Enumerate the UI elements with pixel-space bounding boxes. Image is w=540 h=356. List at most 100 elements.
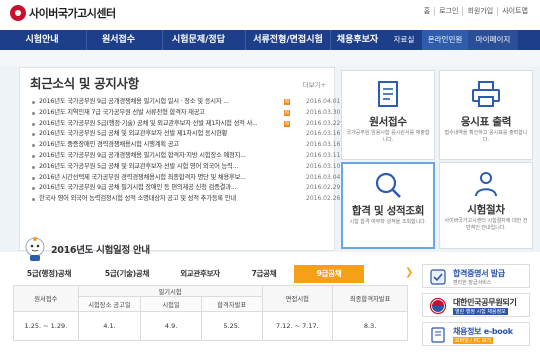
bullet-icon: [32, 133, 35, 137]
banner-certificate-sub: 편리한 발급서비스: [453, 280, 492, 286]
cell-exam: 4.9.: [140, 311, 202, 341]
news-item-title[interactable]: 2016년도 국가공무원 9급 공채 필기시험 장애인 등 편의제공 신청 검증…: [39, 183, 236, 194]
tab-grade5-tech[interactable]: 5급(기술)공채: [88, 265, 166, 283]
table-row: 1.25. ~ 1.29. 4.1. 4.9. 5.25. 7.12. ~ 7.…: [13, 311, 408, 341]
tab-grade5-admin[interactable]: 5급(행정)공채: [10, 265, 88, 283]
news-item-title[interactable]: 한국사 영어 외국어 능력검정시험 성적 소명대상자 공고 및 성적 추가등록 …: [39, 194, 236, 205]
new-badge-icon: N: [284, 109, 290, 116]
cell-interview: 7.12. ~ 7.17.: [261, 311, 334, 341]
banner-become-official[interactable]: 대한민국공무원되기 열린 행정 시험 채용정보: [422, 293, 530, 317]
card-procedure[interactable]: 시험절차 사이버국가고시센터 시험절차에 대한 전반적인 안내입니다.: [439, 162, 533, 249]
news-item-title[interactable]: 2016년도 국가공무원 5급 공채 및 외교관후보자 선발 시험 영어 외국어…: [39, 162, 238, 173]
cell-final: 8.3.: [332, 311, 408, 341]
card-application-title: 원서접수: [369, 116, 407, 128]
news-item-date: 2016.03.11: [306, 151, 341, 159]
news-item[interactable]: 2016년도 국가공무원 5급 공채 및 외교관후보자 선발 제1차시험 응시현…: [30, 129, 340, 140]
main-nav: 시험안내 원서접수 시험문제/정답 서류전형/면접시험 채용후보자 자료실 온라…: [0, 30, 540, 50]
card-results[interactable]: 합격 및 성적조회 시험 합격 여부와 성적을 조회합니다.: [341, 162, 435, 249]
news-item[interactable]: 2016년도 국가공무원 5급 공채 및 외교관후보자 선발 시험 영어 외국어…: [30, 162, 340, 173]
schedule-header: 2016년도 시험일정 안내: [22, 236, 150, 262]
logo-mark-icon: [10, 5, 26, 21]
news-item-date: 2016.03.10: [306, 162, 341, 170]
news-item[interactable]: 2016년도 지역인재 7급 국가공무원 선발 서류전형 합격자 재공고 N 201…: [30, 108, 340, 119]
news-item[interactable]: 2016년도 국가공무원 9급 공개경쟁채용 필기시험 일시 · 장소 및 응시…: [30, 97, 340, 108]
nav-sub-online-civil[interactable]: 온라인민원: [422, 30, 468, 50]
bullet-icon: [32, 187, 35, 191]
bullet-icon: [32, 154, 35, 158]
nav-sub-resources[interactable]: 자료실: [386, 30, 422, 50]
nav-item-exam-info[interactable]: 시험안내: [14, 30, 70, 50]
cell-notice: 4.1.: [77, 311, 142, 341]
schedule-tabs: 5급(행정)공채 5급(기술)공채 외교관후보자 7급공채 9급공채 ❯: [0, 265, 413, 283]
printer-icon: [472, 81, 500, 107]
col-written-notice: 시험장소 공고일: [77, 296, 142, 312]
news-list: 2016년도 국가공무원 9급 공개경쟁채용 필기시험 일시 · 장소 및 응시…: [30, 97, 340, 205]
bullet-icon: [32, 165, 35, 169]
col-written-exam: 시험일: [140, 296, 202, 312]
tab-grade9[interactable]: 9급공채: [294, 265, 364, 283]
certificate-icon: [430, 269, 446, 285]
news-item[interactable]: 한국사 영어 외국어 능력검정시험 성적 소명대상자 공고 및 성적 추가등록 …: [30, 194, 340, 205]
util-sitemap-link[interactable]: 사이트맵: [497, 7, 532, 16]
card-admission-ticket-desc: 접수내역을 확인하고 응시표를 출력합니다.: [444, 130, 528, 143]
nav-item-application[interactable]: 원서접수: [86, 30, 150, 50]
tab-next-arrow-icon[interactable]: ❯: [405, 267, 413, 278]
new-badge-icon: N: [284, 99, 290, 105]
util-home-link[interactable]: 홈: [420, 7, 434, 16]
news-item-date: 2016.03.22: [306, 119, 341, 127]
bullet-icon: [32, 122, 35, 126]
new-badge-icon: N: [284, 120, 290, 127]
card-results-desc: 시험 합격 여부와 성적을 조회합니다.: [349, 219, 427, 225]
col-final: 최종합격자발표: [332, 285, 408, 312]
card-admission-ticket-title: 응시표 출력: [460, 116, 512, 128]
util-signup-link[interactable]: 회원가입: [462, 7, 497, 16]
news-item-date: 2016.02.29: [306, 184, 341, 192]
tab-grade7[interactable]: 7급공채: [234, 265, 294, 283]
card-application-desc: 국가공무원 임용시험 응시원서를 제출합니다.: [346, 130, 430, 143]
nav-item-document-interview[interactable]: 서류전형/면접시험: [245, 30, 330, 50]
col-written-pass: 합격자발표: [200, 296, 263, 312]
card-application[interactable]: 원서접수 국가공무원 임용시험 응시원서를 제출합니다.: [341, 70, 435, 160]
news-item[interactable]: 2016년도 국가공무원 9급 공채 필기시험 장애인 등 편의제공 신청 검증…: [30, 183, 340, 194]
card-procedure-desc: 사이버국가고시센터 시험절차에 대한 전반적인 안내입니다.: [444, 218, 528, 231]
col-apply: 원서접수: [13, 285, 79, 312]
ebook-icon: [431, 327, 445, 343]
bullet-icon: [32, 198, 35, 202]
util-login-link[interactable]: 로그인: [434, 7, 462, 16]
card-admission-ticket[interactable]: 응시표 출력 접수내역을 확인하고 응시표를 출력합니다.: [439, 70, 533, 160]
news-more-link[interactable]: 더보기+: [303, 79, 326, 89]
news-item-title[interactable]: 2016년도 국가공무원 5급(행정·기술) 공채 및 외교관후보자 선발 제1…: [39, 119, 258, 130]
news-item-title[interactable]: 2016년도 국가공무원 5급 공채 및 외교관후보자 선발 제1차시험 응시현…: [39, 129, 227, 140]
bullet-icon: [32, 144, 35, 148]
news-item[interactable]: 2016년도 국가공무원 5급(행정·기술) 공채 및 외교관후보자 선발 제1…: [30, 119, 340, 130]
site-header: 사이버국가고시센터 홈 로그인 회원가입 사이트맵: [0, 0, 540, 28]
banner-ebook[interactable]: 채용정보 e-book 모바일 / PC 보기: [422, 322, 530, 346]
bullet-icon: [32, 101, 35, 104]
banner-certificate[interactable]: 합격증명서 발급 편리한 발급서비스: [422, 264, 530, 288]
search-icon: [375, 172, 401, 198]
schedule-title: 2016년도 시험일정 안내: [51, 245, 150, 256]
procedure-icon: [475, 172, 497, 197]
schedule-table: 원서접수 필기시험 면접시험 최종합격자발표 시험장소 공고일 시험일 합격자발…: [13, 285, 408, 341]
nav-item-candidates[interactable]: 채용후보자: [330, 30, 384, 50]
cell-pass: 5.25.: [200, 311, 263, 341]
news-item-title[interactable]: 2016년 시간선택제 국가공무원 경력경쟁채용시험 최종합격자 명단 및 채용…: [39, 173, 246, 184]
news-item-title[interactable]: 2016년도 중증장애인 경력경쟁채용시험 시행계획 공고: [39, 140, 179, 151]
nav-sub-mypage[interactable]: 마이페이지: [468, 30, 518, 50]
news-item[interactable]: 2016년 시간선택제 국가공무원 경력경쟁채용시험 최종합격자 명단 및 채용…: [30, 173, 340, 184]
emblem-icon: [429, 297, 447, 315]
col-written: 필기시험: [77, 285, 263, 297]
site-logo[interactable]: 사이버국가고시센터: [10, 5, 116, 21]
banner-ebook-sub: 모바일 / PC 보기: [453, 337, 493, 344]
news-item-date: 2016.03.16: [306, 141, 341, 149]
banner-become-official-title: 대한민국공무원되기: [453, 298, 517, 307]
nav-item-questions-answers[interactable]: 시험문제/정답: [162, 30, 234, 50]
news-item-title[interactable]: 2016년도 국가공무원 9급 공개경쟁채용 필기시험 합격자·지방 시험장소 …: [39, 151, 246, 162]
news-item-title[interactable]: 2016년도 국가공무원 9급 공개경쟁채용 필기시험 일시 · 장소 및 응시…: [39, 97, 229, 108]
site-title: 사이버국가고시센터: [29, 7, 116, 20]
news-item-date: 2016.03.30: [306, 108, 341, 116]
news-item[interactable]: 2016년도 국가공무원 9급 공개경쟁채용 필기시험 합격자·지방 시험장소 …: [30, 151, 340, 162]
tab-diplomat[interactable]: 외교관후보자: [166, 265, 234, 283]
news-item-title[interactable]: 2016년도 지역인재 7급 국가공무원 선발 서류전형 합격자 재공고: [39, 108, 205, 119]
news-item[interactable]: 2016년도 중증장애인 경력경쟁채용시험 시행계획 공고 2016.03.16: [30, 140, 340, 151]
